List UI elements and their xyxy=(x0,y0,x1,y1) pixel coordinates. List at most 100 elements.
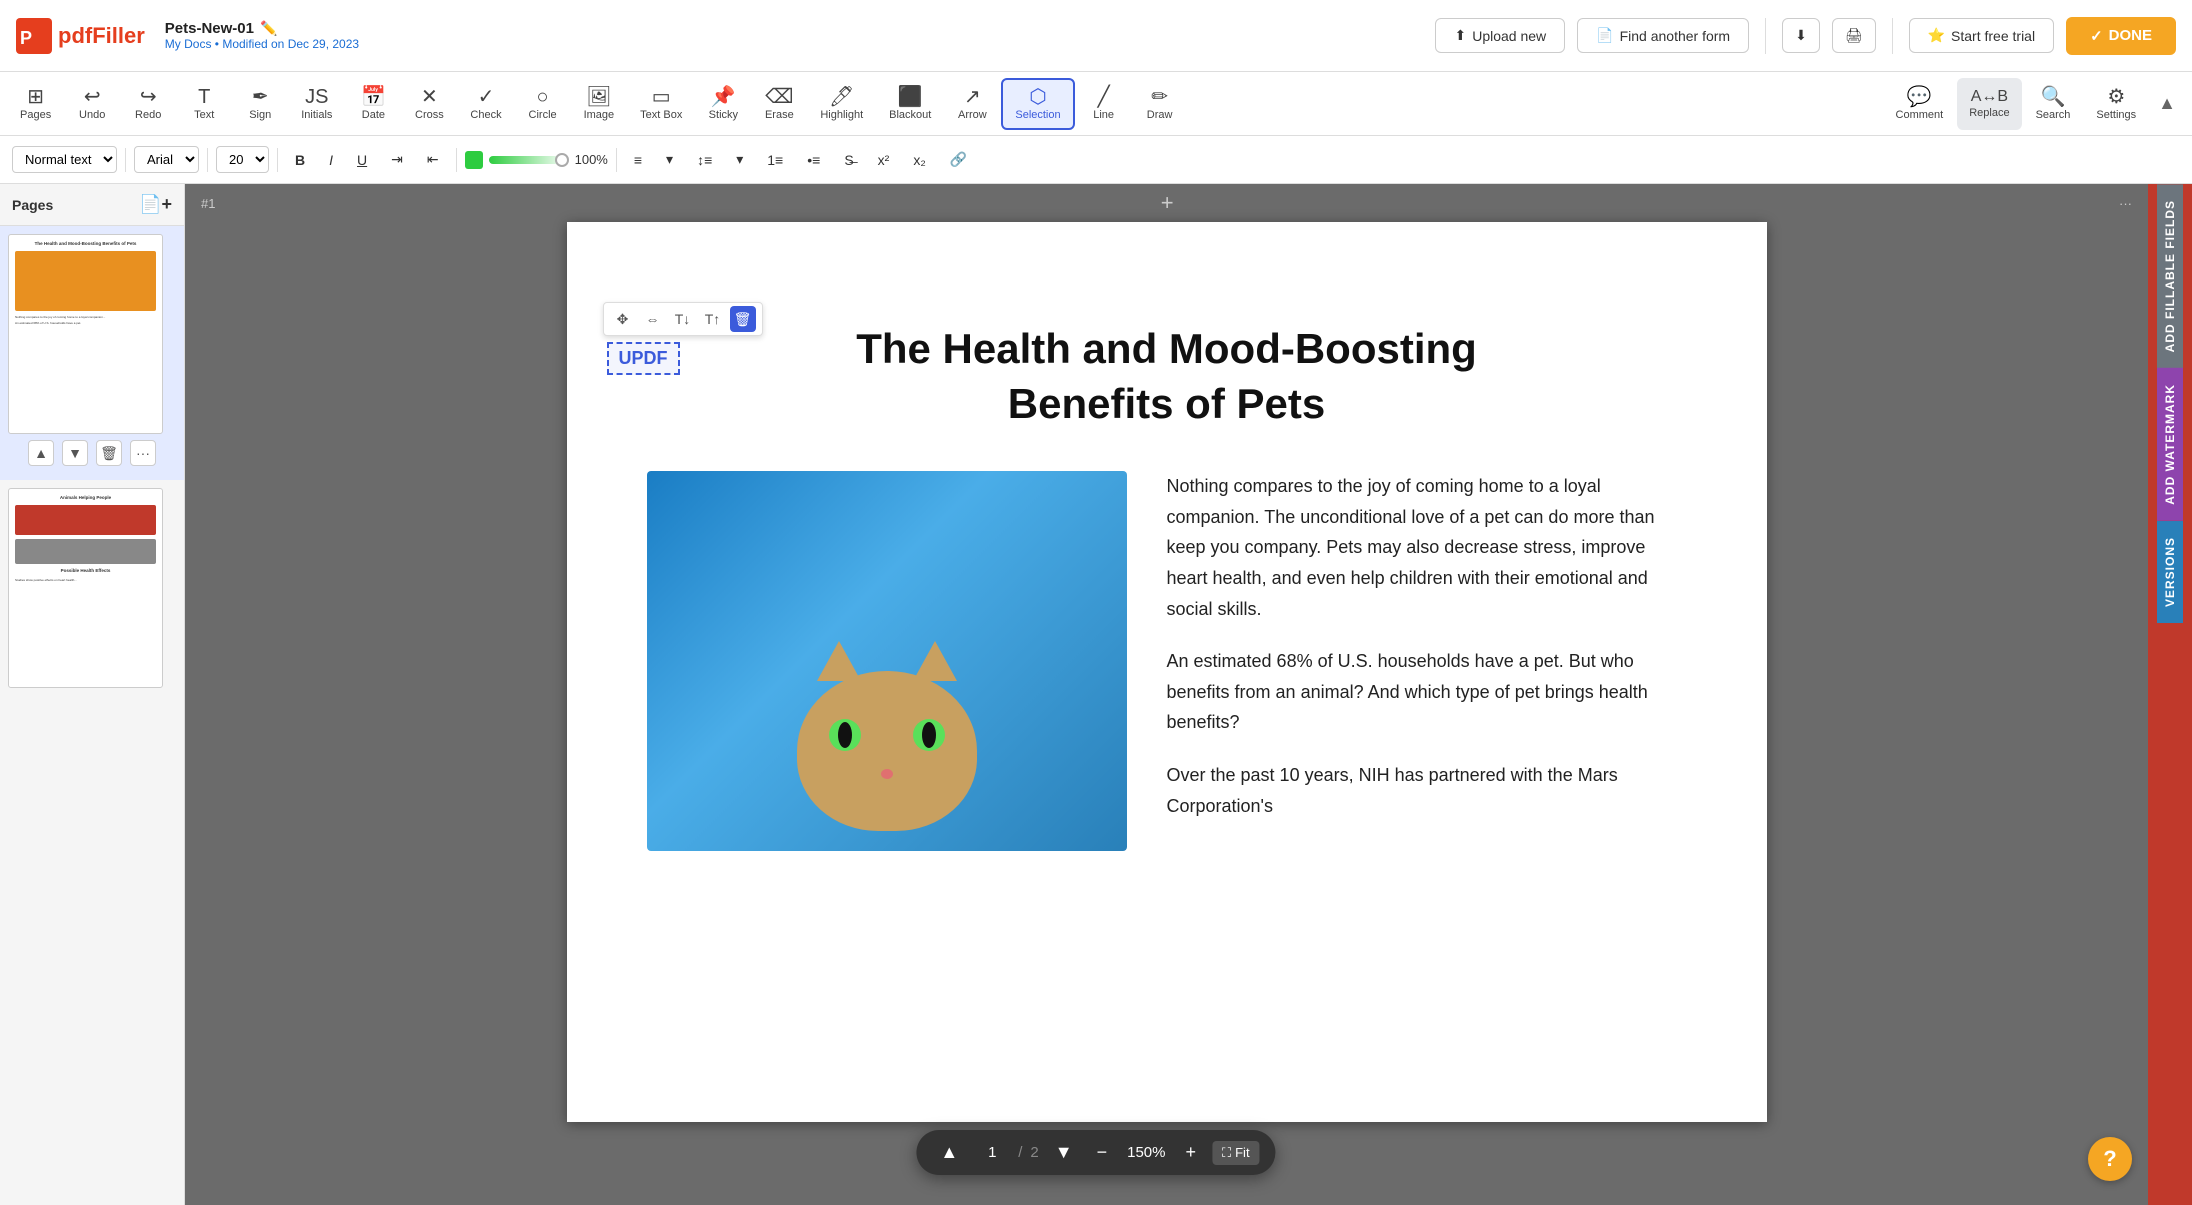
redo-icon: ↪ xyxy=(140,87,157,107)
tool-pages[interactable]: ⊞ Pages xyxy=(8,78,63,130)
circle-icon: ○ xyxy=(537,87,549,107)
edit-title-icon[interactable]: ✏️ xyxy=(260,20,277,37)
tool-blackout[interactable]: ⬛ Blackout xyxy=(877,78,943,130)
list-ordered-button[interactable]: 1≡ xyxy=(758,147,792,173)
tool-redo[interactable]: ↪ Redo xyxy=(121,78,175,130)
tool-draw[interactable]: ✏ Draw xyxy=(1133,78,1187,130)
trial-button[interactable]: ⭐ Start free trial xyxy=(1909,18,2054,53)
page-thumb-2[interactable]: 2 Animals Helping People Possible Health… xyxy=(0,480,184,696)
add-page-button[interactable]: + xyxy=(1161,190,1174,216)
sep5 xyxy=(616,148,617,172)
prev-page-button[interactable]: ▲ xyxy=(932,1138,966,1167)
watermark-tab[interactable]: ADD WATERMARK xyxy=(2157,368,2183,521)
underline-button[interactable]: U xyxy=(348,147,376,173)
bold-button[interactable]: B xyxy=(286,147,314,173)
stamp-delete-button[interactable]: 🗑 xyxy=(730,306,756,332)
next-page-button[interactable]: ▼ xyxy=(1047,1138,1081,1167)
zoom-out-button[interactable]: − xyxy=(1089,1138,1116,1167)
align-button[interactable]: ≡ xyxy=(625,147,651,173)
page-number-input[interactable] xyxy=(974,1144,1010,1161)
strikethrough-button[interactable]: S̶ xyxy=(835,147,862,173)
tool-line[interactable]: ╱ Line xyxy=(1077,78,1131,130)
tool-replace[interactable]: A↔B Replace xyxy=(1957,78,2021,130)
page-separator: / xyxy=(1018,1144,1022,1161)
link-button[interactable]: 🔗 xyxy=(941,146,976,173)
tool-erase[interactable]: ⌫ Erase xyxy=(752,78,806,130)
indent-button[interactable]: ⇥ xyxy=(382,146,412,173)
tool-highlight[interactable]: 🖊 Highlight xyxy=(808,78,875,130)
italic-button[interactable]: I xyxy=(320,147,342,173)
page-up-button[interactable]: ▲ xyxy=(28,440,54,466)
tool-initials[interactable]: JS Initials xyxy=(289,78,344,130)
superscript-button[interactable]: x² xyxy=(869,147,899,173)
stamp-font-size-up[interactable]: T↑ xyxy=(700,306,726,332)
image-icon: 🖼 xyxy=(586,87,611,107)
tool-textbox[interactable]: ▭ Text Box xyxy=(628,78,694,130)
upload-icon: ⬆ xyxy=(1454,27,1466,44)
page-more-button[interactable]: ··· xyxy=(130,440,156,466)
selection-icon: ⬡ xyxy=(1029,87,1046,107)
spacing-dropdown[interactable]: ▾ xyxy=(727,146,752,173)
spacing-button[interactable]: ↕≡ xyxy=(688,147,721,173)
draw-label: Draw xyxy=(1147,109,1173,121)
fit-label: Fit xyxy=(1235,1145,1249,1160)
tool-date[interactable]: 📅 Date xyxy=(346,78,400,130)
settings-icon: ⚙ xyxy=(2107,87,2125,107)
opacity-slider[interactable] xyxy=(489,156,569,164)
stamp-move-icon[interactable]: ✥ xyxy=(610,306,636,332)
pdf-body-text: Nothing compares to the joy of coming ho… xyxy=(1167,471,1687,851)
sidebar-add-icon[interactable]: 📄+ xyxy=(139,194,172,215)
versions-tab[interactable]: VERSIONS xyxy=(2157,521,2183,623)
stamp-font-size-down[interactable]: T↓ xyxy=(670,306,696,332)
fit-icon: ⛶ xyxy=(1222,1145,1231,1161)
help-button[interactable]: ? xyxy=(2088,1137,2132,1181)
sign-label: Sign xyxy=(249,109,271,121)
download-button[interactable]: ⬇ xyxy=(1782,18,1820,53)
doc-title-bar: Pets-New-01 ✏️ xyxy=(165,20,359,37)
tool-sign[interactable]: ✒ Sign xyxy=(233,78,287,130)
updf-stamp[interactable]: UPDF xyxy=(607,342,680,375)
page-delete-button[interactable]: 🗑 xyxy=(96,440,122,466)
align-dropdown[interactable]: ▾ xyxy=(657,146,682,173)
tool-selection[interactable]: ⬡ Selection xyxy=(1001,78,1074,130)
tool-comment[interactable]: 💬 Comment xyxy=(1884,78,1956,130)
color-slider xyxy=(465,151,569,169)
print-button[interactable]: 🖨 xyxy=(1832,18,1876,53)
logo: P pdfFiller xyxy=(16,18,145,54)
font-select[interactable]: Arial xyxy=(134,146,199,173)
tool-undo[interactable]: ↩ Undo xyxy=(65,78,119,130)
tool-image[interactable]: 🖼 Image xyxy=(572,78,627,130)
find-form-button[interactable]: 📄 Find another form xyxy=(1577,18,1749,53)
fillable-fields-tab[interactable]: ADD FILLABLE FIELDS xyxy=(2157,184,2183,368)
list-unordered-button[interactable]: •≡ xyxy=(798,147,829,173)
upload-new-button[interactable]: ⬆ Upload new xyxy=(1435,18,1565,53)
page-thumb-1[interactable]: 1 The Health and Mood-Boosting Benefits … xyxy=(0,226,184,480)
selection-label: Selection xyxy=(1015,109,1060,121)
tool-sticky[interactable]: 📌 Sticky xyxy=(696,78,750,130)
tool-check[interactable]: ✓ Check xyxy=(458,78,513,130)
text-style-select[interactable]: Normal text xyxy=(12,146,117,173)
tool-cross[interactable]: ✕ Cross xyxy=(402,78,456,130)
color-swatch[interactable] xyxy=(465,151,483,169)
toolbar-collapse-btn[interactable]: ▲ xyxy=(2150,85,2184,122)
tool-text[interactable]: T Text xyxy=(177,78,231,130)
arrow-label: Arrow xyxy=(958,109,987,121)
done-button[interactable]: ✓ DONE xyxy=(2066,17,2176,55)
tool-search[interactable]: 🔍 Search xyxy=(2024,78,2083,130)
blackout-icon: ⬛ xyxy=(898,87,923,107)
tool-circle[interactable]: ○ Circle xyxy=(516,78,570,130)
undo-label: Undo xyxy=(79,109,105,121)
zoom-in-button[interactable]: + xyxy=(1177,1138,1204,1167)
fit-button[interactable]: ⛶ Fit xyxy=(1212,1141,1260,1165)
tool-settings[interactable]: ⚙ Settings xyxy=(2084,78,2148,130)
tool-arrow[interactable]: ↗ Arrow xyxy=(945,78,999,130)
page-down-button[interactable]: ▼ xyxy=(62,440,88,466)
stamp-resize-icon[interactable]: ⇔ xyxy=(640,306,666,332)
date-icon: 📅 xyxy=(361,87,386,107)
subscript-button[interactable]: x₂ xyxy=(904,147,934,173)
font-size-select[interactable]: 20 xyxy=(216,146,269,173)
outdent-button[interactable]: ⇤ xyxy=(418,146,448,173)
image-label: Image xyxy=(584,109,615,121)
more-options-icon[interactable]: ··· xyxy=(2119,196,2132,211)
pdf-para2: An estimated 68% of U.S. households have… xyxy=(1167,646,1687,738)
